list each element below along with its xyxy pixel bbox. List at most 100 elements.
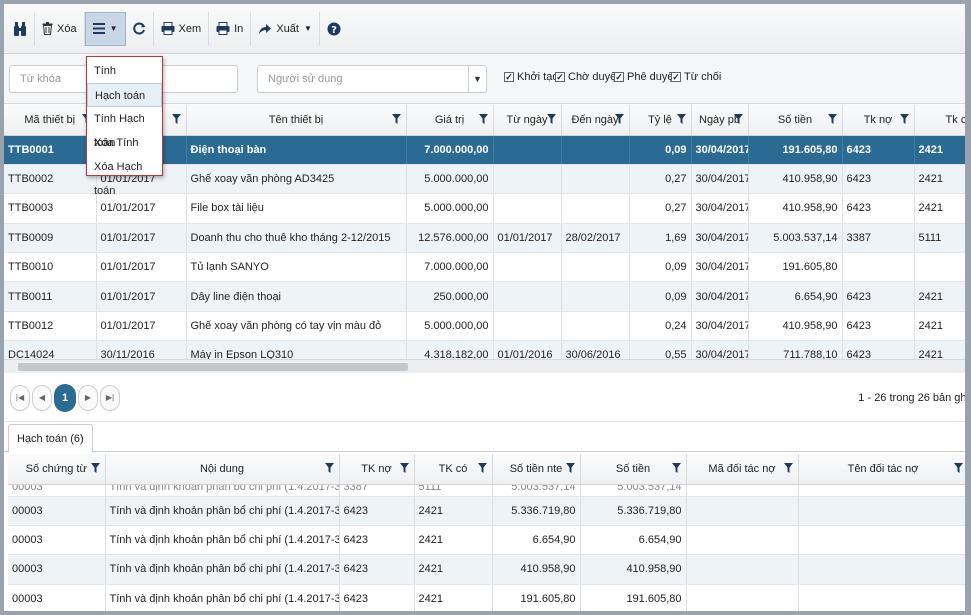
grid-cell: 30/06/2016 [561,340,630,359]
detail-table-row[interactable]: 00003 Tính và định khoản phân bổ chi phí … [8,496,965,526]
export-button[interactable]: Xuất ▼ [251,11,320,46]
checkbox[interactable]: ✓ [555,72,565,82]
grid-table-row[interactable]: TTB0003 01/01/2017 File box tài liệu 5.000.… [4,193,965,224]
print-button[interactable]: In [209,11,252,46]
column-label: Số tiền [777,113,813,126]
last-page-icon[interactable]: ▶| [100,385,120,411]
grid-column-header[interactable]: Tk có [914,105,967,136]
filter-icon[interactable] [953,463,963,476]
filter-icon[interactable] [399,463,409,476]
check-phe-duyet[interactable]: ✓ Phê duyệt [614,71,677,83]
filter-icon[interactable] [783,463,793,476]
first-page-icon[interactable]: |◀ [10,385,30,411]
search-button[interactable] [6,11,35,46]
grid-cell: 0,27 [629,164,692,195]
detail-cell [798,496,965,526]
grid-cell [493,311,562,342]
help-button[interactable]: ? [320,12,348,46]
filter-icon[interactable] [565,463,575,476]
detail-column-header[interactable]: Số chứng từ [8,454,106,485]
filter-icon[interactable] [899,114,909,127]
filter-icon[interactable] [676,114,686,127]
checkbox[interactable]: ✓ [614,72,624,82]
grid-cell: 2421 [914,281,965,312]
chevron-down-icon[interactable]: ▼ [468,66,486,92]
detail-column-header[interactable]: TK nợ [339,454,415,485]
page-number-current[interactable]: 1 [54,384,76,412]
grid-column-header[interactable]: Tỷ lệ [629,105,692,136]
column-label: TK nợ [361,462,392,475]
refresh-icon [132,22,146,35]
grid-column-header[interactable]: Từ ngày [493,105,562,136]
detail-column-header[interactable]: Tên đối tác nợ [798,454,965,485]
refresh-button[interactable] [126,11,154,46]
grid-table-row[interactable]: DC14024 30/11/2016 Máy in Epson LQ310 4.318… [4,340,965,359]
grid-column-header[interactable]: Đến ngày [561,105,630,136]
user-select[interactable]: Người sử dụng ▼ [257,65,487,93]
checkbox[interactable]: ✓ [504,72,514,82]
filter-icon[interactable] [324,463,334,476]
grid-table-row[interactable]: TTB0009 01/01/2017 Doanh thu cho thuê kho … [4,223,965,254]
filter-icon[interactable] [477,463,487,476]
filter-icon[interactable] [90,463,100,476]
filter-icon[interactable] [614,114,624,127]
detail-table-row[interactable]: 00003 Tính và định khoản phân bổ chi phí … [8,584,965,611]
menu-item-xoa-tinh[interactable]: Xóa Tính [87,131,162,155]
detail-column-header[interactable]: Số tiền [580,454,687,485]
check-cho-duyet[interactable]: ✓ Chờ duyệt [555,71,619,83]
grid-cell: 5.000.000,00 [406,311,494,342]
detail-table-row[interactable]: 00003 Tính và định khoản phân bổ chi phí … [8,554,965,585]
grid-column-header[interactable]: Giá trị [406,105,494,136]
grid-cell: 28/02/2017 [561,223,630,254]
check-khoi-tao[interactable]: ✓ Khởi tạo [504,71,558,83]
filter-icon[interactable] [391,114,401,127]
menu-item-tinh-hach-toan[interactable]: Tính Hạch toán [87,107,162,149]
detail-cell: 2421 [414,584,493,611]
grid-cell: 3387 [842,223,915,254]
filter-icon[interactable] [478,114,488,127]
menu-item-xoa-hach-toan[interactable]: Xóa Hạch toán [87,155,162,197]
horizontal-scrollbar[interactable] [4,359,965,373]
grid-table-row[interactable]: TTB0012 01/01/2017 Ghế xoay văn phòng có t… [4,311,965,342]
filter-icon[interactable] [171,114,181,127]
filter-icon[interactable] [827,114,837,127]
filter-icon[interactable] [671,463,681,476]
grid-column-header[interactable]: Tk nợ [842,105,915,136]
filter-icon[interactable] [733,114,743,127]
grid-cell: 01/01/2017 [96,281,187,312]
detail-column-header[interactable]: Mã đối tác nợ [686,454,799,485]
grid-table-row[interactable]: TTB0011 01/01/2017 Dây line điện thoại 250.… [4,281,965,312]
detail-column-header[interactable]: Nội dung [105,454,340,485]
menu-item-hach-toan[interactable]: Hạch toán [87,83,162,107]
grid-column-header[interactable]: Tên thiết bị [186,105,407,136]
detail-cell: Tính và định khoản phân bổ chi phí (1.4.… [105,496,340,526]
grid-column-header[interactable]: Mã thiết bị [4,105,97,136]
grid-table-row[interactable]: TTB0010 01/01/2017 Tủ lạnh SANYO 7.000.000,… [4,252,965,283]
filter-icon[interactable] [546,114,556,127]
menu-item-tinh[interactable]: Tính [87,59,162,83]
detail-column-header[interactable]: TK có [414,454,493,485]
delete-button[interactable]: Xóa [35,11,85,46]
tab-hach-toan[interactable]: Hạch toán (6) [8,424,93,453]
checkbox[interactable]: ✓ [671,72,681,82]
column-label: Nội dung [199,462,245,475]
next-page-icon[interactable]: ▶ [78,385,98,411]
hamburger-icon [92,23,105,34]
scroll-thumb[interactable] [18,363,408,371]
trash-icon [42,22,53,35]
grid-cell: 2421 [914,311,965,342]
grid-cell [493,193,562,224]
grid-cell [493,281,562,312]
detail-table-row[interactable]: 00003 Tính và định khoản phân bổ chi phí … [8,484,965,497]
check-tu-choi[interactable]: ✓ Từ chối [671,71,721,83]
detail-cell: 3387 [339,484,415,497]
column-label: Tk có [945,113,967,126]
grid-column-header[interactable]: Số tiền [748,105,843,136]
menu-button[interactable]: ▼ [84,11,126,46]
grid-column-header[interactable]: Ngày pb [691,105,749,136]
detail-table-row[interactable]: 00003 Tính và định khoản phân bổ chi phí … [8,525,965,556]
detail-cell: 00003 [8,525,106,556]
prev-page-icon[interactable]: ◀ [32,385,52,411]
view-button[interactable]: Xem [154,11,210,46]
detail-column-header[interactable]: Số tiền nte [492,454,581,485]
